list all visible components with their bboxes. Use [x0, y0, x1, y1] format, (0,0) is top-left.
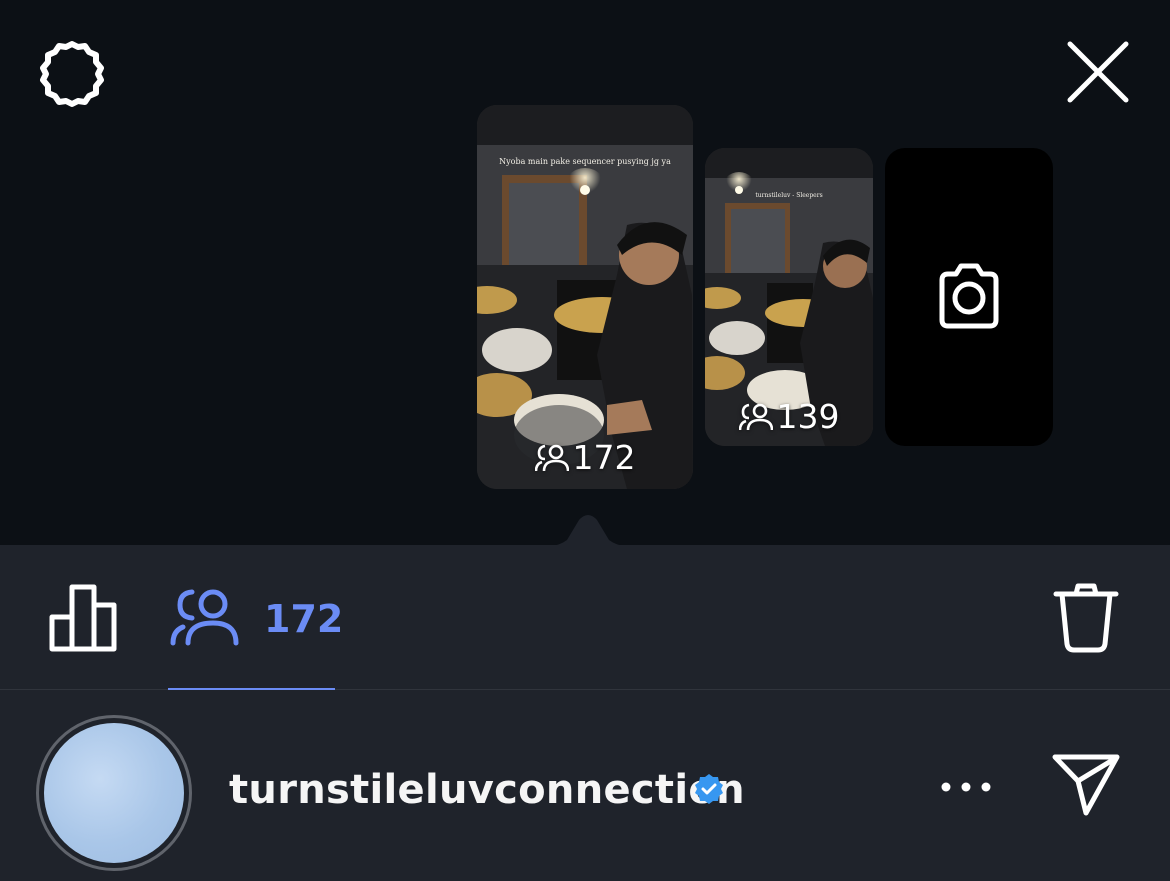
story-caption: turnstileluv - Sleepers — [755, 192, 823, 199]
camera-icon — [939, 263, 999, 329]
viewers-icon — [738, 403, 773, 430]
gear-icon[interactable] — [36, 38, 108, 110]
more-icon[interactable] — [940, 779, 992, 795]
close-icon[interactable] — [1064, 38, 1132, 106]
verified-badge-icon — [695, 774, 723, 804]
tabs-row: 172 — [0, 545, 1170, 690]
tab-viewers[interactable]: 172 — [168, 545, 343, 690]
viewers-icon — [170, 589, 239, 646]
bar-chart-icon[interactable] — [48, 583, 120, 653]
trash-icon[interactable] — [1052, 582, 1120, 654]
username[interactable]: turnstileluvconnection — [229, 767, 745, 813]
avatar[interactable] — [36, 715, 192, 871]
add-story-button[interactable] — [885, 148, 1053, 446]
viewers-icon — [534, 444, 569, 471]
story-viewer-count: 139 — [705, 397, 873, 436]
story-viewer-count: 172 — [477, 438, 693, 477]
story-viewers-number: 139 — [776, 397, 840, 436]
selection-pointer — [549, 515, 627, 546]
story-thumbnail[interactable]: turnstileluv - Sleepers 139 — [705, 148, 873, 446]
story-caption: Nyoba main pake sequencer pusying jg ya — [499, 157, 671, 166]
story-thumbnail[interactable]: Nyoba main pake sequencer pusying jg ya … — [477, 105, 693, 489]
story-viewers-number: 172 — [572, 438, 636, 477]
story-insights-panel: 172 turnstileluvconnection — [0, 545, 1170, 881]
viewer-row[interactable]: turnstileluvconnection — [0, 691, 1170, 881]
avatar-image — [44, 723, 184, 863]
story-viewer-area: Nyoba main pake sequencer pusying jg ya … — [0, 0, 1170, 546]
send-icon[interactable] — [1050, 751, 1122, 817]
viewers-count: 172 — [264, 597, 344, 641]
